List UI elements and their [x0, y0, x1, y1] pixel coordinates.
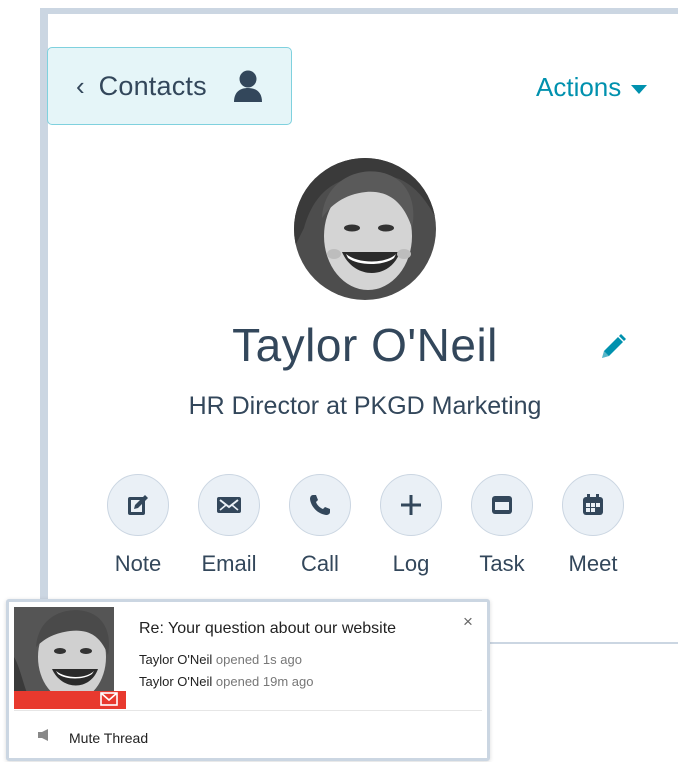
notification-avatar: [14, 607, 114, 695]
divider: [14, 710, 482, 711]
envelope-icon: [198, 474, 260, 536]
contact-job-title: HR Director at PKGD Marketing: [188, 392, 542, 420]
notification-subject: Re: Your question about our website: [139, 620, 397, 637]
contact-name: Taylor O'Neil: [232, 319, 498, 371]
calendar-icon: [562, 474, 624, 536]
notification-event: Taylor O'Neil opened 19m ago: [139, 674, 314, 689]
chevron-left-icon: ‹: [76, 71, 85, 101]
call-label: Call: [301, 551, 339, 576]
log-label: Log: [392, 551, 430, 576]
meet-label: Meet: [568, 551, 618, 576]
caret-down-icon: [631, 85, 648, 94]
task-icon: [471, 474, 533, 536]
pencil-icon[interactable]: [598, 332, 628, 367]
note-action-button[interactable]: Note: [93, 474, 183, 577]
plus-icon: [380, 474, 442, 536]
back-button-label: Contacts: [98, 70, 207, 101]
person-icon: [233, 69, 263, 103]
email-action-button[interactable]: Email: [184, 474, 274, 577]
actions-dropdown[interactable]: Actions: [536, 72, 648, 103]
actions-label: Actions: [536, 72, 622, 102]
event-contact-name: Taylor O'Neil: [139, 652, 213, 667]
envelope-icon: [100, 692, 118, 708]
email-notification[interactable]: Re: Your question about our website × Ta…: [6, 599, 490, 761]
task-label: Task: [479, 551, 525, 576]
back-to-contacts-button[interactable]: ‹ Contacts: [47, 47, 292, 125]
mute-thread-button[interactable]: Mute Thread: [37, 728, 148, 747]
note-edit-icon: [107, 474, 169, 536]
event-text: opened 19m ago: [215, 674, 314, 689]
speaker-icon: [37, 728, 51, 747]
note-label: Note: [114, 551, 162, 576]
mute-thread-label: Mute Thread: [69, 729, 149, 746]
call-action-button[interactable]: Call: [275, 474, 365, 577]
close-icon[interactable]: ×: [463, 612, 473, 632]
notification-event: Taylor O'Neil opened 1s ago: [139, 652, 302, 667]
email-label: Email: [201, 551, 257, 576]
log-action-button[interactable]: Log: [366, 474, 456, 577]
task-action-button[interactable]: Task: [457, 474, 547, 577]
phone-icon: [289, 474, 351, 536]
event-text: opened 1s ago: [215, 652, 302, 667]
event-contact-name: Taylor O'Neil: [139, 674, 213, 689]
meet-action-button[interactable]: Meet: [548, 474, 638, 577]
contact-avatar: [294, 158, 436, 300]
